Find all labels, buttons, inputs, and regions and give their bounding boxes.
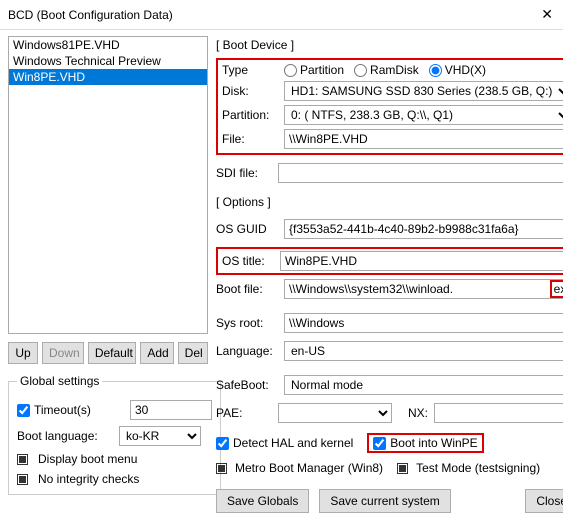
language-label: Language:	[216, 344, 278, 358]
type-vhdx-radio[interactable]	[429, 64, 442, 77]
sdi-input[interactable]	[278, 163, 563, 183]
type-ramdisk-radio[interactable]	[354, 64, 367, 77]
nx-select[interactable]	[434, 403, 563, 423]
type-partition-radio[interactable]	[284, 64, 297, 77]
detect-hal-label: Detect HAL and kernel	[233, 436, 353, 450]
metro-label: Metro Boot Manager (Win8)	[235, 461, 383, 475]
sysroot-label: Sys root:	[216, 316, 278, 330]
pae-select[interactable]	[278, 403, 392, 423]
bootfile-label: Boot file:	[216, 282, 278, 296]
bootfile-input[interactable]	[285, 280, 550, 298]
del-button[interactable]: Del	[178, 342, 208, 364]
up-button[interactable]: Up	[8, 342, 38, 364]
down-button[interactable]: Down	[42, 342, 84, 364]
file-label: File:	[222, 132, 278, 146]
close-icon[interactable]: ✕	[541, 6, 553, 23]
add-button[interactable]: Add	[140, 342, 173, 364]
square-icon[interactable]	[397, 463, 408, 474]
list-item[interactable]: Windows Technical Preview	[9, 53, 207, 69]
options-section-label: [ Options ]	[216, 195, 563, 209]
no-integrity-label: No integrity checks	[38, 472, 139, 486]
boot-winpe-checkbox[interactable]	[373, 437, 386, 450]
list-item[interactable]: Windows81PE.VHD	[9, 37, 207, 53]
square-icon[interactable]	[216, 463, 227, 474]
square-icon[interactable]	[17, 474, 28, 485]
timeout-checkbox[interactable]	[17, 404, 30, 417]
bootlang-select[interactable]: ko-KR	[119, 426, 201, 446]
sdi-label: SDI file:	[216, 166, 272, 180]
timeout-label: Timeout(s)	[34, 403, 124, 417]
default-button[interactable]: Default	[88, 342, 136, 364]
pae-label: PAE:	[216, 406, 272, 420]
testmode-label: Test Mode (testsigning)	[416, 461, 540, 475]
list-item[interactable]: Win8PE.VHD	[9, 69, 207, 85]
ostitle-label: OS title:	[222, 254, 274, 268]
language-select[interactable]: en-US	[284, 341, 563, 361]
global-settings-group: Global settings Timeout(s) Boot language…	[8, 374, 221, 495]
window-title: BCD (Boot Configuration Data)	[8, 8, 173, 22]
guid-input[interactable]	[284, 219, 563, 239]
bootfile-ext-highlight: exe	[550, 280, 563, 298]
ostitle-input[interactable]	[280, 251, 563, 271]
boot-winpe-label: Boot into WinPE	[390, 436, 477, 450]
safeboot-select[interactable]: Normal mode	[284, 375, 563, 395]
disk-select[interactable]: HD1: SAMSUNG SSD 830 Series (238.5 GB, Q…	[284, 81, 563, 101]
square-icon[interactable]	[17, 454, 28, 465]
sysroot-input[interactable]	[284, 313, 563, 333]
close-button[interactable]: Close	[525, 489, 563, 513]
timeout-input[interactable]	[130, 400, 212, 420]
bootlang-label: Boot language:	[17, 429, 113, 443]
boot-device-section-label: [ Boot Device ]	[216, 38, 563, 52]
global-settings-legend: Global settings	[17, 374, 102, 388]
type-label: Type	[222, 63, 278, 77]
save-globals-button[interactable]: Save Globals	[216, 489, 309, 513]
display-boot-menu-label: Display boot menu	[38, 452, 137, 466]
boot-device-group: Type Partition RamDisk VHD(X) Disk: HD1:…	[216, 58, 563, 155]
partition-select[interactable]: 0: ( NTFS, 238.3 GB, Q:\\, Q1)	[284, 105, 563, 125]
disk-label: Disk:	[222, 84, 278, 98]
partition-label: Partition:	[222, 108, 278, 122]
boot-entries-list[interactable]: Windows81PE.VHD Windows Technical Previe…	[8, 36, 208, 334]
safeboot-label: SafeBoot:	[216, 378, 278, 392]
file-input[interactable]	[284, 129, 563, 149]
guid-label: OS GUID	[216, 222, 278, 236]
detect-hal-checkbox[interactable]	[216, 437, 229, 450]
nx-label: NX:	[398, 406, 428, 420]
save-current-button[interactable]: Save current system	[319, 489, 450, 513]
